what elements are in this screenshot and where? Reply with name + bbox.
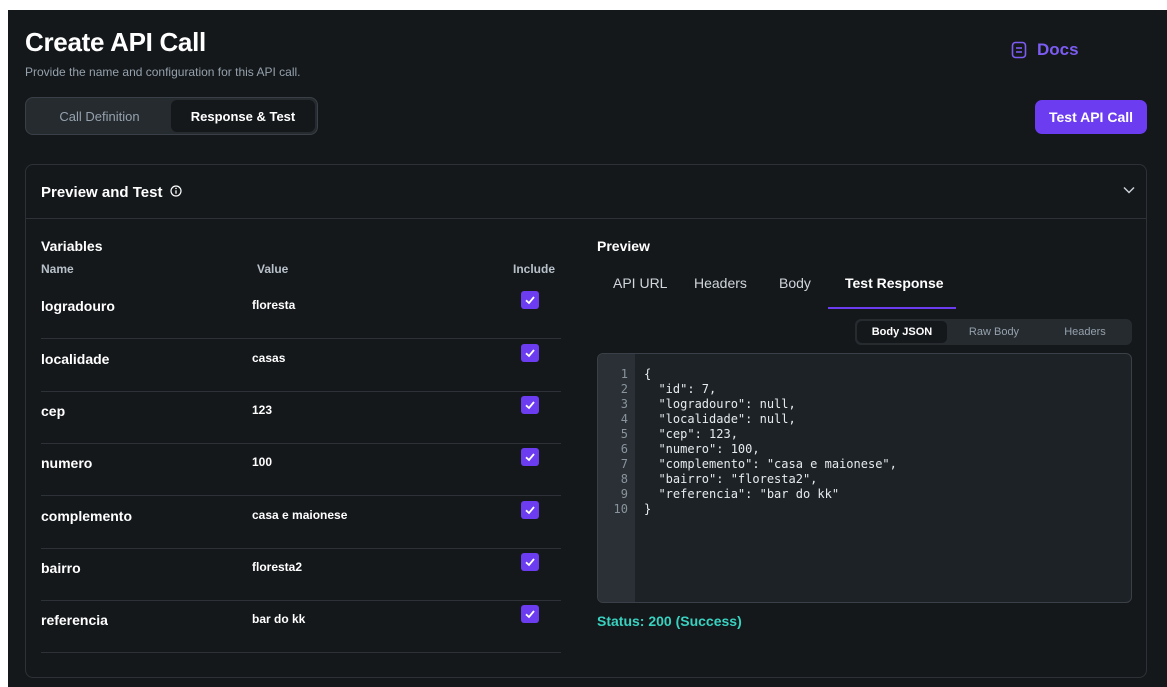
- document-icon: [1011, 41, 1027, 59]
- response-view-switcher: Body JSON Raw Body Headers: [855, 319, 1132, 345]
- line-numbers: 1 2 3 4 5 6 7 8 9 10: [613, 367, 628, 516]
- variable-row: referencia bar do kk: [41, 601, 561, 653]
- tab-call-definition[interactable]: Call Definition: [28, 100, 171, 132]
- check-icon: [525, 453, 535, 462]
- tab-switcher: Call Definition Response & Test: [25, 97, 318, 135]
- preview-and-test-panel: Preview and Test Variables Name Value In…: [25, 164, 1147, 678]
- variables-heading: Variables: [41, 238, 103, 254]
- tab-body[interactable]: Body: [779, 275, 811, 291]
- variable-name: bairro: [41, 560, 81, 576]
- status-text: Status: 200 (Success): [597, 613, 742, 629]
- variable-name: localidade: [41, 351, 110, 367]
- check-icon: [525, 506, 535, 515]
- check-icon: [525, 401, 535, 410]
- panel-title: Preview and Test: [41, 184, 163, 201]
- page-title: Create API Call: [25, 27, 206, 57]
- column-header-include: Include: [513, 262, 556, 276]
- variable-row: complemento casa e maionese: [41, 497, 561, 549]
- tab-headers[interactable]: Headers: [694, 275, 747, 291]
- preview-heading: Preview: [597, 238, 650, 254]
- column-header-name: Name: [41, 262, 74, 276]
- tab-test-response[interactable]: Test Response: [845, 275, 944, 291]
- panel-title-wrap: Preview and Test: [41, 184, 183, 201]
- variable-value[interactable]: 100: [252, 455, 272, 469]
- check-icon: [525, 296, 535, 305]
- check-icon: [525, 349, 535, 358]
- variable-row: numero 100: [41, 444, 561, 496]
- tab-raw-body[interactable]: Raw Body: [947, 321, 1041, 343]
- variable-name: logradouro: [41, 298, 115, 314]
- panel-header[interactable]: Preview and Test: [26, 165, 1146, 219]
- variable-value[interactable]: floresta2: [252, 560, 302, 574]
- api-call-editor: Create API Call Provide the name and con…: [8, 10, 1167, 687]
- include-checkbox[interactable]: [521, 396, 539, 414]
- include-checkbox[interactable]: [521, 448, 539, 466]
- tab-response-headers[interactable]: Headers: [1041, 321, 1129, 343]
- include-checkbox[interactable]: [521, 553, 539, 571]
- docs-label: Docs: [1037, 40, 1079, 59]
- test-api-call-button[interactable]: Test API Call: [1035, 100, 1147, 134]
- variable-value[interactable]: casa e maionese: [252, 508, 347, 522]
- variable-name: referencia: [41, 612, 108, 628]
- column-header-value: Value: [257, 262, 289, 276]
- variable-row: logradouro floresta: [41, 287, 561, 339]
- tab-response-test[interactable]: Response & Test: [171, 100, 315, 132]
- response-code-viewer[interactable]: 1 2 3 4 5 6 7 8 9 10 { "id": 7, "logrado…: [597, 353, 1132, 603]
- variable-name: numero: [41, 455, 93, 471]
- variable-row: localidade casas: [41, 340, 561, 392]
- tab-api-url[interactable]: API URL: [613, 275, 667, 291]
- chevron-down-icon[interactable]: [1122, 183, 1136, 202]
- active-tab-indicator: [828, 307, 956, 309]
- check-icon: [525, 558, 535, 567]
- variable-value[interactable]: casas: [252, 351, 285, 365]
- variable-value[interactable]: floresta: [252, 298, 295, 312]
- check-icon: [525, 610, 535, 619]
- docs-link[interactable]: Docs: [1011, 40, 1079, 60]
- include-checkbox[interactable]: [521, 344, 539, 362]
- variable-value[interactable]: bar do kk: [252, 612, 305, 626]
- variable-name: complemento: [41, 508, 133, 524]
- variable-row: bairro floresta2: [41, 549, 561, 601]
- line-number-gutter: 1 2 3 4 5 6 7 8 9 10: [598, 354, 635, 602]
- variable-row: cep 123: [41, 392, 561, 444]
- response-json: { "id": 7, "logradouro": null, "localida…: [644, 367, 897, 516]
- page-subtitle: Provide the name and configuration for t…: [25, 65, 301, 79]
- include-checkbox[interactable]: [521, 605, 539, 623]
- include-checkbox[interactable]: [521, 501, 539, 519]
- variable-value[interactable]: 123: [252, 403, 272, 417]
- variable-name: cep: [41, 403, 66, 419]
- tab-body-json[interactable]: Body JSON: [857, 321, 947, 343]
- info-icon[interactable]: [170, 184, 183, 201]
- include-checkbox[interactable]: [521, 291, 539, 309]
